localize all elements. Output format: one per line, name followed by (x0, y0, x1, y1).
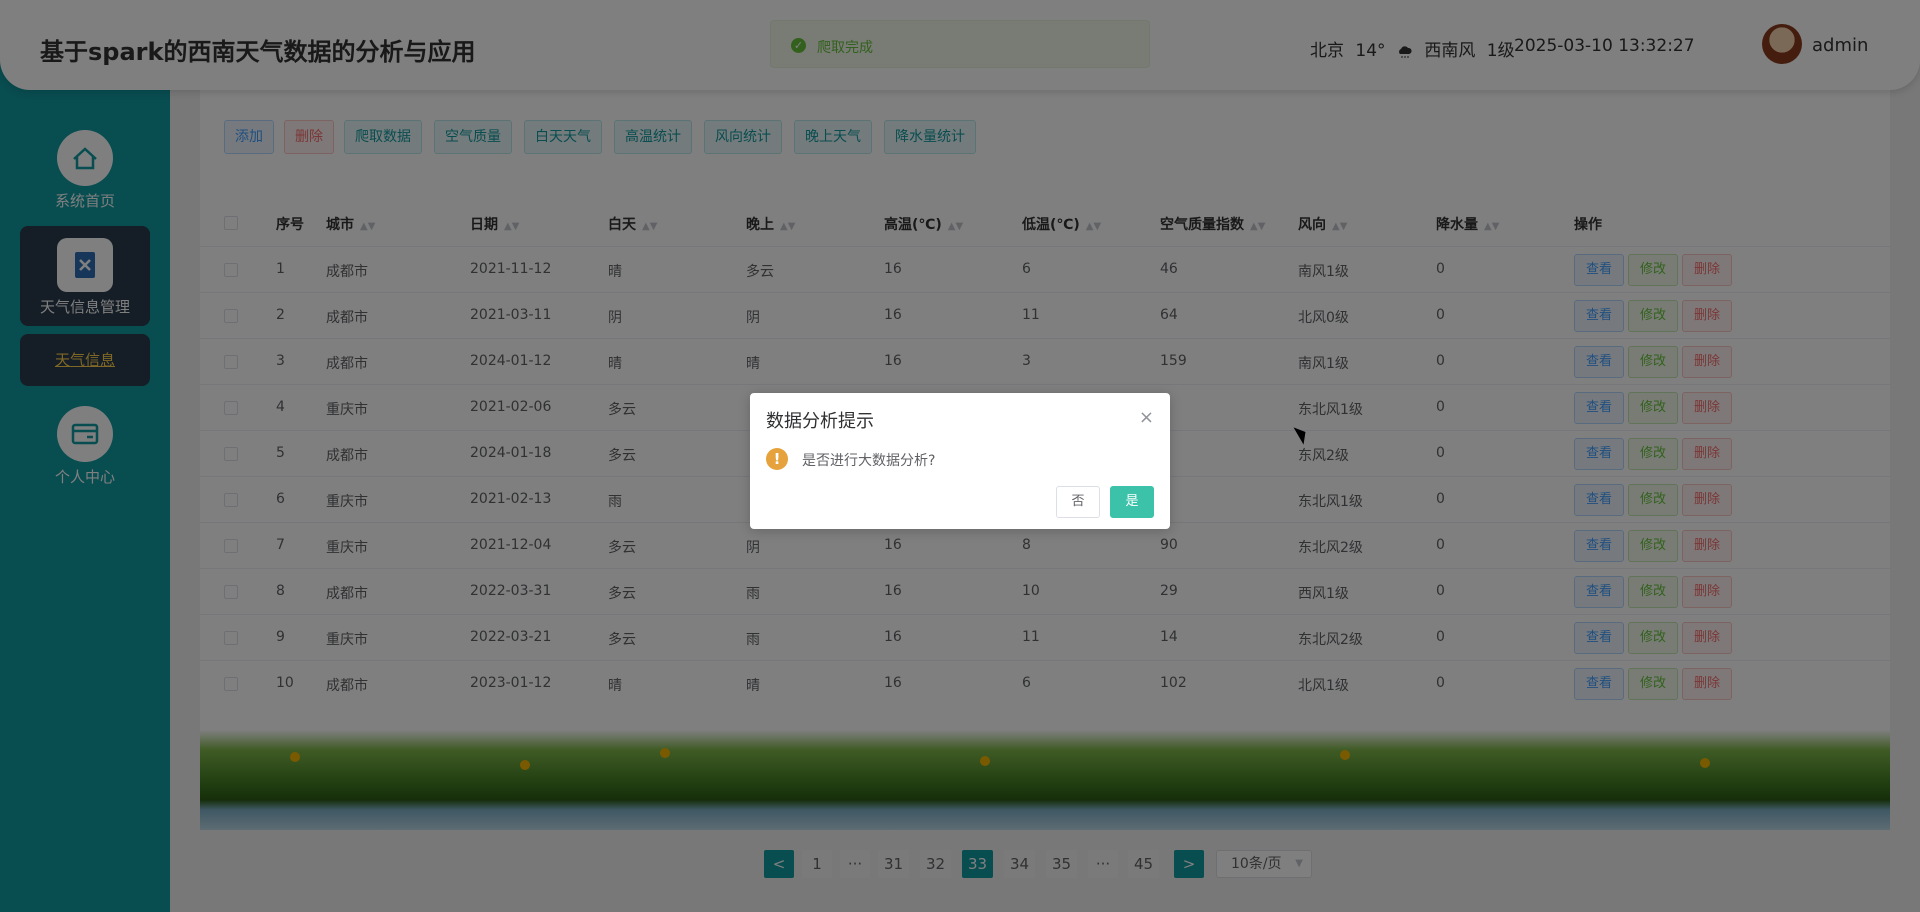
dialog-title: 数据分析提示 (766, 411, 874, 432)
analysis-dialog: 数据分析提示 × ! 是否进行大数据分析? 否 是 (750, 393, 1170, 529)
close-icon[interactable]: × (1139, 407, 1154, 428)
warning-icon: ! (766, 448, 788, 470)
dialog-message: 是否进行大数据分析? (802, 453, 936, 469)
cancel-button[interactable]: 否 (1056, 486, 1100, 518)
confirm-button[interactable]: 是 (1110, 486, 1154, 518)
